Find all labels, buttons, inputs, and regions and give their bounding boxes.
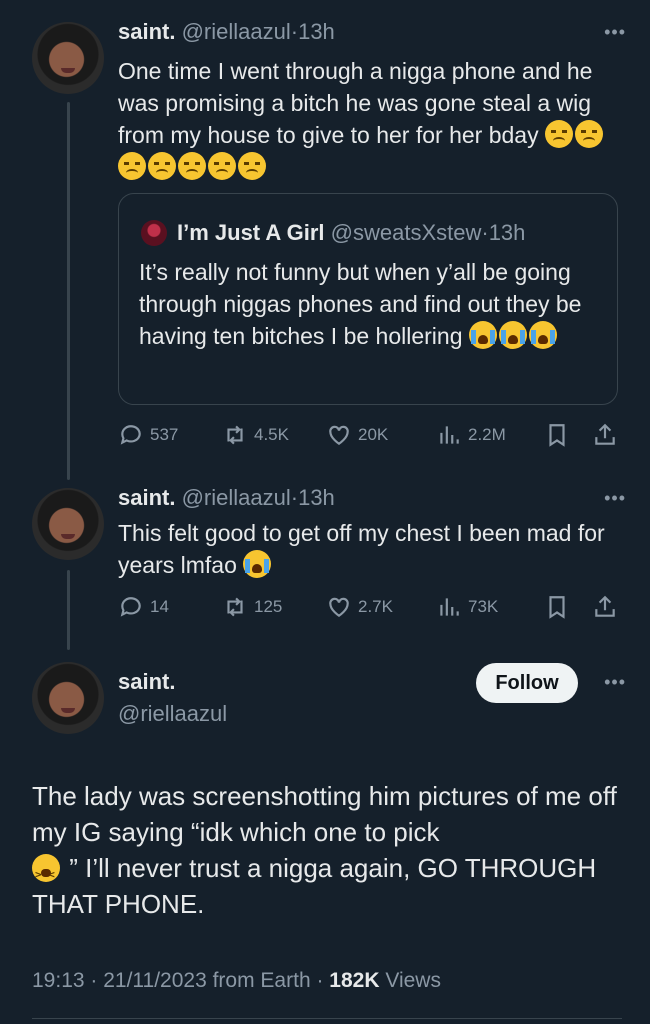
main-text-part1: The lady was screenshotting him pictures… xyxy=(32,781,617,847)
like-button[interactable]: 20K xyxy=(326,420,388,450)
quote-separator: · xyxy=(481,220,489,245)
display-name[interactable]: saint. xyxy=(118,19,175,44)
divider xyxy=(32,1018,622,1019)
quote-display-name: I’m Just A Girl xyxy=(177,220,325,245)
handle[interactable]: @riellaazul xyxy=(182,19,291,44)
main-author-name: saint. xyxy=(118,668,175,696)
view-count: 2.2M xyxy=(468,425,506,444)
share-icon xyxy=(595,595,615,617)
reply-count: 14 xyxy=(150,597,169,616)
tweet-actions: 537 4.5K 20K 2.2M xyxy=(118,420,623,450)
bookmark-button[interactable] xyxy=(544,420,570,450)
meta-views-count: 182K xyxy=(329,969,380,992)
like-count: 2.7K xyxy=(358,597,393,616)
share-button[interactable] xyxy=(592,592,618,622)
heart-icon xyxy=(329,425,349,445)
timestamp[interactable]: 13h xyxy=(298,485,335,510)
quoted-tweet[interactable]: I’m Just A Girl @sweatsXstew·13h It’s re… xyxy=(118,193,618,405)
reply-icon xyxy=(120,597,141,617)
main-author-handle: @riellaazul xyxy=(118,700,227,728)
loudly-crying-face-icon xyxy=(243,550,272,578)
tweet-meta: 19:13 · 21/11/2023 from Earth · 182K Vie… xyxy=(32,969,441,993)
quote-header: I’m Just A Girl @sweatsXstew·13h xyxy=(177,219,525,247)
timestamp[interactable]: 13h xyxy=(298,19,335,44)
main-text-part2: ” I’ll never trust a nigga again, GO THR… xyxy=(32,853,597,919)
display-name[interactable]: saint. xyxy=(118,485,175,510)
heart-icon xyxy=(329,597,349,617)
views-icon xyxy=(440,426,459,444)
tweet-body: This felt good to get off my chest I bee… xyxy=(118,520,605,578)
tweet-header: saint. @riellaazul·13h xyxy=(118,18,335,46)
tweet-text: One time I went through a nigga phone an… xyxy=(118,55,623,183)
quote-timestamp: 13h xyxy=(488,220,526,245)
bookmark-button[interactable] xyxy=(544,592,570,622)
bookmark-icon xyxy=(549,596,565,619)
reply-button[interactable]: 14 xyxy=(118,592,169,622)
views-icon xyxy=(440,598,459,616)
repost-icon xyxy=(227,425,243,445)
thread-line xyxy=(67,102,70,480)
separator: · xyxy=(290,485,299,510)
reply-count: 537 xyxy=(150,425,179,444)
reply-icon xyxy=(120,425,141,445)
repost-button[interactable]: 4.5K xyxy=(222,420,289,450)
handle[interactable]: @riellaazul xyxy=(118,701,227,726)
meta-views-label: Views xyxy=(379,969,441,992)
disappointed-face-icon xyxy=(148,152,176,180)
share-button[interactable] xyxy=(592,420,618,450)
tweet-header: saint. @riellaazul·13h xyxy=(118,484,335,512)
repost-count: 125 xyxy=(254,597,283,616)
repost-count: 4.5K xyxy=(254,425,289,444)
disappointed-face-icon xyxy=(178,152,206,180)
views-button[interactable]: 2.2M xyxy=(436,420,506,450)
more-options-icon[interactable]: ••• xyxy=(604,488,626,509)
loudly-crying-face-icon xyxy=(498,321,527,349)
reply-button[interactable]: 537 xyxy=(118,420,178,450)
main-tweet-text: The lady was screenshotting him pictures… xyxy=(32,778,622,922)
avatar[interactable] xyxy=(32,662,104,734)
disappointed-face-icon xyxy=(118,152,146,180)
thread-line xyxy=(67,570,70,650)
avatar[interactable] xyxy=(32,22,104,94)
disappointed-face-icon xyxy=(208,152,236,180)
quote-text: It’s really not funny but when y’all be … xyxy=(139,256,604,352)
views-button[interactable]: 73K xyxy=(436,592,498,622)
display-name[interactable]: saint. xyxy=(118,669,175,694)
disappointed-face-icon xyxy=(544,120,573,148)
follow-button[interactable]: Follow xyxy=(476,663,578,703)
share-icon xyxy=(595,423,615,445)
meta-time[interactable]: 19:13 · 21/11/2023 from Earth · xyxy=(32,969,329,992)
more-options-icon[interactable]: ••• xyxy=(604,22,626,43)
handle[interactable]: @riellaazul xyxy=(182,485,291,510)
like-count: 20K xyxy=(358,425,389,444)
repost-button[interactable]: 125 xyxy=(222,592,282,622)
separator: · xyxy=(290,19,299,44)
loudly-crying-face-icon xyxy=(528,321,557,349)
tweet-body: One time I went through a nigga phone an… xyxy=(118,58,593,148)
tweet-text: This felt good to get off my chest I bee… xyxy=(118,517,623,581)
quote-handle: @sweatsXstew xyxy=(330,220,482,245)
tweet-actions: 14 125 2.7K 73K xyxy=(118,592,623,622)
view-count: 73K xyxy=(468,597,499,616)
more-options-icon[interactable]: ••• xyxy=(604,672,626,693)
avatar[interactable] xyxy=(32,488,104,560)
disappointed-face-icon xyxy=(574,120,603,148)
like-button[interactable]: 2.7K xyxy=(326,592,393,622)
disappointed-face-icon xyxy=(238,152,266,180)
quote-avatar xyxy=(141,220,167,246)
bookmark-icon xyxy=(549,424,565,447)
loudly-crying-face-icon xyxy=(468,321,497,349)
tired-face-icon xyxy=(32,854,60,893)
repost-icon xyxy=(227,597,243,617)
